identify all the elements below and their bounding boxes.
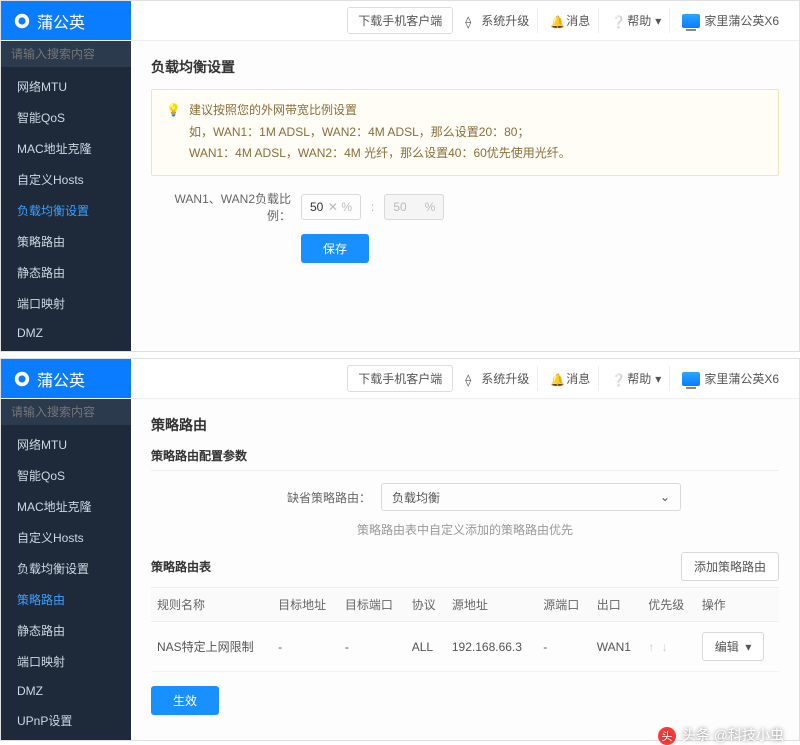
sidebar-item[interactable]: 端口映射 [1, 288, 131, 319]
brand-text: 蒲公英 [37, 9, 85, 33]
messages-link[interactable]: 🔔消息 [542, 366, 599, 391]
system-upgrade-link[interactable]: ⟠系统升级 [457, 8, 538, 33]
help-link[interactable]: ❔帮助▾ [603, 366, 670, 391]
brand-logo-icon [13, 12, 31, 30]
tip-line2: WAN1：4M ADSL，WAN2：4M 光纤，那么设置40：60优先使用光纤。 [189, 143, 571, 165]
column-header: 出口 [591, 588, 642, 622]
tip-box: 💡 建议按照您的外网带宽比例设置 如，WAN1：1M ADSL，WAN2：4M … [151, 89, 779, 176]
ratio-separator: : [371, 200, 374, 214]
monitor-icon [682, 372, 700, 386]
page-title: 负载均衡设置 [151, 57, 779, 77]
sidebar-item[interactable]: 策略路由 [1, 584, 131, 615]
topbar: 蒲公英 下载手机客户端 ⟠系统升级 🔔消息 ❔帮助▾ 家里蒲公英X6 [1, 359, 799, 399]
sidebar-item[interactable]: UPnP设置 [1, 705, 131, 736]
edit-button[interactable]: 编辑 ▾ [702, 632, 765, 661]
column-header: 协议 [406, 588, 446, 622]
sidebar-item[interactable]: 静态路由 [1, 257, 131, 288]
panel-policy-route: 蒲公英 下载手机客户端 ⟠系统升级 🔔消息 ❔帮助▾ 家里蒲公英X6 🔍 网络M… [0, 358, 800, 741]
system-upgrade-link[interactable]: ⟠系统升级 [457, 366, 538, 391]
sidebar-item[interactable]: 负载均衡设置 [1, 195, 131, 226]
column-header: 源端口 [537, 588, 590, 622]
config-hint: 策略路由表中自定义添加的策略路由优先 [151, 521, 779, 538]
sidebar-item[interactable]: DMZ [1, 319, 131, 347]
cell-exit: WAN1 [591, 622, 642, 672]
sidebar-item[interactable]: 策略路由 [1, 226, 131, 257]
download-client-button[interactable]: 下载手机客户端 [347, 7, 453, 34]
sidebar-item[interactable]: 负载均衡设置 [1, 553, 131, 584]
apply-button[interactable]: 生效 [151, 686, 219, 715]
default-route-select[interactable]: 负载均衡⌄ [381, 483, 681, 511]
sidebar-search[interactable]: 🔍 [1, 41, 131, 67]
ratio-label: WAN1、WAN2负载比例： [151, 190, 291, 224]
device-name[interactable]: 家里蒲公英X6 [674, 366, 787, 391]
sidebar-item[interactable]: MAC地址克隆 [1, 491, 131, 522]
column-header: 目标端口 [339, 588, 406, 622]
sidebar-item[interactable]: 自定义Hosts [1, 522, 131, 553]
cell-target-addr: - [272, 622, 339, 672]
content-area: 策略路由 策略路由配置参数 缺省策略路由： 负载均衡⌄ 策略路由表中自定义添加的… [131, 399, 799, 740]
bell-icon: 🔔 [550, 373, 562, 385]
tip-title: 建议按照您的外网带宽比例设置 [189, 100, 571, 122]
help-icon: ❔ [611, 15, 623, 27]
table-row: NAS特定上网限制 - - ALL 192.168.66.3 - WAN1 ↑ … [151, 622, 779, 672]
column-header: 目标地址 [272, 588, 339, 622]
cell-priority[interactable]: ↑ ↓ [642, 622, 695, 672]
sidebar: 🔍 网络MTU智能QoSMAC地址克隆自定义Hosts负载均衡设置策略路由静态路… [1, 41, 131, 351]
content-area: 负载均衡设置 💡 建议按照您的外网带宽比例设置 如，WAN1：1M ADSL，W… [131, 41, 799, 351]
chevron-down-icon: ▾ [655, 372, 661, 386]
sidebar-item[interactable]: 静态路由 [1, 615, 131, 646]
config-section-title: 策略路由配置参数 [151, 447, 779, 471]
upgrade-icon: ⟠ [465, 15, 477, 27]
brand[interactable]: 蒲公英 [1, 359, 131, 398]
chevron-down-icon: ▾ [655, 14, 661, 28]
cell-src-port: - [537, 622, 590, 672]
cell-src-addr: 192.168.66.3 [446, 622, 537, 672]
brand-text: 蒲公英 [37, 367, 85, 391]
page-title: 策略路由 [151, 415, 779, 435]
table-section-title: 策略路由表 [151, 558, 211, 575]
sidebar-item[interactable]: 网络MTU [1, 429, 131, 460]
lightbulb-icon: 💡 [166, 100, 181, 165]
monitor-icon [682, 14, 700, 28]
topbar: 蒲公英 下载手机客户端 ⟠系统升级 🔔消息 ❔帮助▾ 家里蒲公英X6 [1, 1, 799, 41]
sidebar-item[interactable]: DMZ [1, 677, 131, 705]
cell-protocol: ALL [406, 622, 446, 672]
column-header: 源地址 [446, 588, 537, 622]
messages-link[interactable]: 🔔消息 [542, 8, 599, 33]
policy-route-table: 规则名称目标地址目标端口协议源地址源端口出口优先级操作 NAS特定上网限制 - … [151, 588, 779, 672]
sidebar-item[interactable]: MAC地址克隆 [1, 133, 131, 164]
save-button[interactable]: 保存 [301, 234, 369, 263]
panel-load-balance: 蒲公英 下载手机客户端 ⟠系统升级 🔔消息 ❔帮助▾ 家里蒲公英X6 🔍 网络M… [0, 0, 800, 352]
column-header: 优先级 [642, 588, 695, 622]
add-policy-button[interactable]: 添加策略路由 [681, 552, 779, 581]
sidebar-search[interactable]: 🔍 [1, 399, 131, 425]
bell-icon: 🔔 [550, 15, 562, 27]
sidebar-item[interactable]: 智能QoS [1, 102, 131, 133]
sidebar: 🔍 网络MTU智能QoSMAC地址克隆自定义Hosts负载均衡设置策略路由静态路… [1, 399, 131, 740]
sidebar-item[interactable]: 智能QoS [1, 460, 131, 491]
cell-action: 编辑 ▾ [696, 622, 779, 672]
column-header: 规则名称 [151, 588, 272, 622]
device-name[interactable]: 家里蒲公英X6 [674, 8, 787, 33]
default-route-label: 缺省策略路由： [151, 489, 371, 506]
brand-logo-icon [13, 370, 31, 388]
sidebar-item[interactable]: 端口映射 [1, 646, 131, 677]
wan2-ratio-input: 50% [384, 194, 444, 220]
wan1-ratio-input[interactable]: 50✕ % [301, 194, 361, 220]
help-icon: ❔ [611, 373, 623, 385]
tip-line1: 如，WAN1：1M ADSL，WAN2：4M ADSL，那么设置20：80； [189, 122, 571, 144]
upgrade-icon: ⟠ [465, 373, 477, 385]
brand[interactable]: 蒲公英 [1, 1, 131, 40]
cell-name: NAS特定上网限制 [151, 622, 272, 672]
cell-target-port: - [339, 622, 406, 672]
chevron-down-icon: ⌄ [660, 490, 670, 504]
sidebar-item[interactable]: 网络MTU [1, 71, 131, 102]
download-client-button[interactable]: 下载手机客户端 [347, 365, 453, 392]
help-link[interactable]: ❔帮助▾ [603, 8, 670, 33]
column-header: 操作 [696, 588, 779, 622]
sidebar-item[interactable]: 自定义Hosts [1, 164, 131, 195]
